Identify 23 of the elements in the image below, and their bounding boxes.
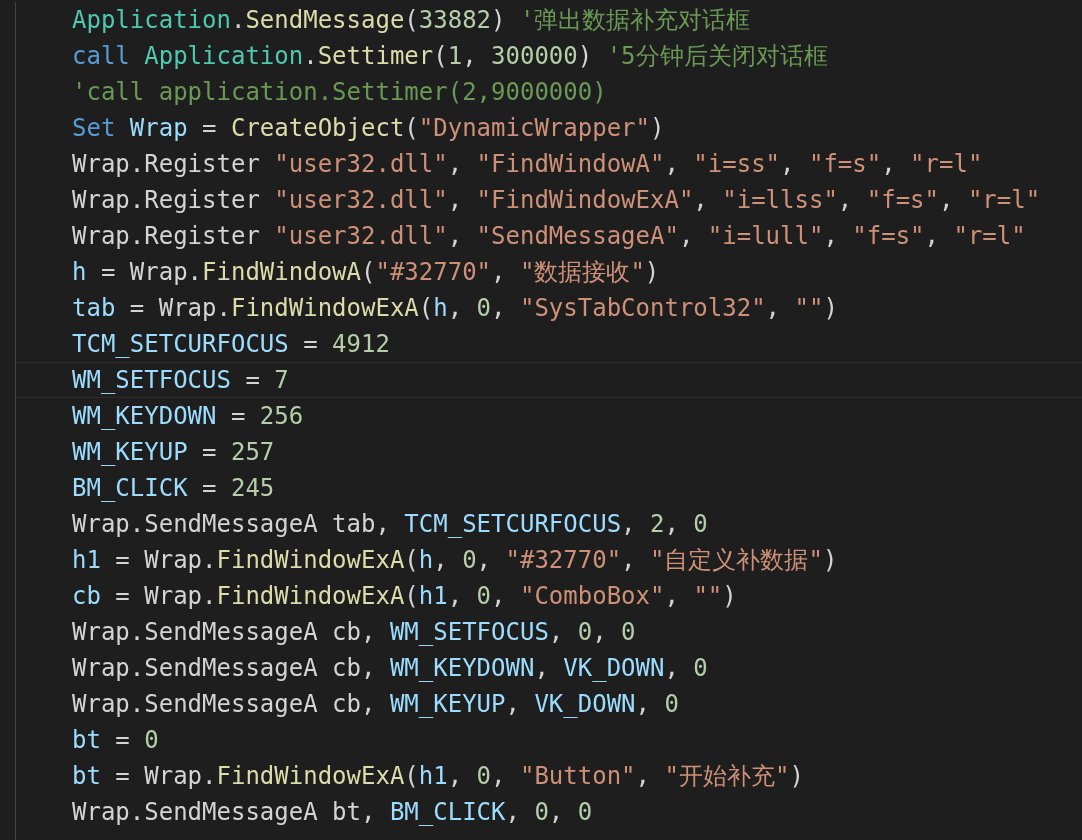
code-line: 'call application.Settimer(2,9000000) bbox=[71, 77, 608, 108]
code-line: call Application.Settimer(1, 300000) '5分钟后关闭对话框 bbox=[71, 41, 829, 72]
code-line: Wrap.SendMessageA tab, TCM_SETCURFOCUS, 2, 0 bbox=[71, 509, 709, 540]
code-line: tab = Wrap.FindWindowExA(h, 0, "SysTabControl32", "") bbox=[71, 293, 839, 324]
code-line: cb = Wrap.FindWindowExA(h1, 0, "ComboBox", "") bbox=[71, 581, 738, 612]
code-line: TCM_SETCURFOCUS = 4912 bbox=[71, 329, 391, 360]
code-line: WM_KEYUP = 257 bbox=[71, 437, 276, 468]
code-line: Application.SendMessage(33882) '弹出数据补充对话框 bbox=[71, 5, 752, 36]
code-line: Wrap.Register "user32.dll", "FindWindowExA", "i=llss", "f=s", "r=l" bbox=[71, 185, 1042, 216]
code-line: bt = 0 bbox=[71, 725, 160, 756]
code-line: WM_SETFOCUS = 7 bbox=[16, 362, 1082, 398]
code-line: BM_CLICK = 245 bbox=[71, 473, 276, 504]
code-line: Wrap.Register "user32.dll", "FindWindowA", "i=ss", "f=s", "r=l" bbox=[71, 149, 984, 180]
code-line: Set Wrap = CreateObject("DynamicWrapper") bbox=[71, 113, 666, 144]
code-line: h = Wrap.FindWindowA("#32770", "数据接收") bbox=[71, 257, 661, 288]
code-line: Wrap.Register "user32.dll", "SendMessageA", "i=lull", "f=s", "r=l" bbox=[71, 221, 1027, 252]
code-line: Wrap.SendMessageA cb, WM_KEYDOWN, VK_DOWN, 0 bbox=[71, 653, 709, 684]
code-line: bt = Wrap.FindWindowExA(h1, 0, "Button", "开始补充") bbox=[71, 761, 805, 792]
code-line: Wrap.SendMessageA cb, WM_SETFOCUS, 0, 0 bbox=[71, 617, 637, 648]
code-line: h1 = Wrap.FindWindowExA(h, 0, "#32770", "自定义补数据") bbox=[71, 545, 839, 576]
code-line: Wrap.SendMessageA bt, BM_CLICK, 0, 0 bbox=[71, 797, 594, 828]
code-line: Wrap.SendMessageA cb, WM_KEYUP, VK_DOWN, 0 bbox=[71, 689, 680, 720]
code-line: WM_KEYDOWN = 256 bbox=[71, 401, 305, 432]
